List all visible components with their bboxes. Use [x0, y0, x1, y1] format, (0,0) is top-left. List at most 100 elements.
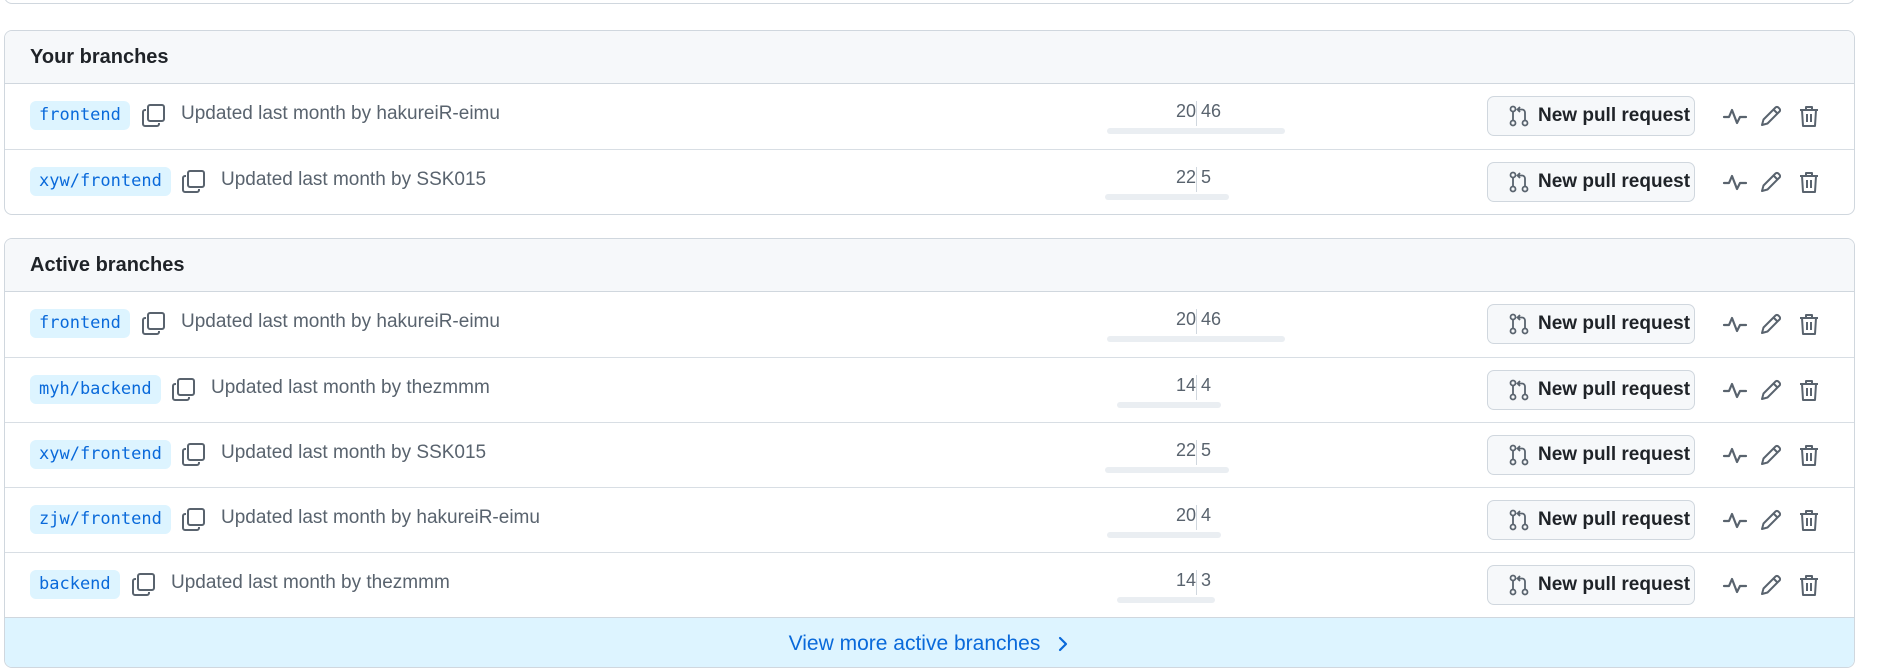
- active-branches-title: Active branches: [30, 253, 185, 276]
- previous-section-edge: [4, 0, 1855, 4]
- pencil-icon[interactable]: [1757, 168, 1785, 196]
- pulse-icon[interactable]: [1721, 441, 1749, 469]
- branch-name-link[interactable]: xyw/frontend: [30, 440, 171, 469]
- ahead-count: 4: [1201, 375, 1212, 395]
- new-pull-request-button[interactable]: New pull request: [1487, 565, 1695, 605]
- ahead-behind-bar: [1105, 194, 1229, 200]
- new-pull-request-label: New pull request: [1538, 171, 1691, 192]
- view-more-active-branches-link[interactable]: View more active branches: [5, 617, 1854, 667]
- new-pull-request-label: New pull request: [1538, 379, 1691, 400]
- pencil-icon[interactable]: [1757, 441, 1785, 469]
- trash-icon[interactable]: [1795, 506, 1823, 534]
- copy-icon[interactable]: [181, 167, 207, 195]
- view-more-label: View more active branches: [788, 631, 1041, 655]
- copy-icon[interactable]: [181, 440, 207, 468]
- trash-icon[interactable]: [1795, 376, 1823, 404]
- pulse-icon[interactable]: [1721, 506, 1749, 534]
- branch-updated-text: Updated last month by hakureiR-eimu: [221, 507, 540, 528]
- branch-name-link[interactable]: backend: [30, 570, 120, 599]
- branch-row: frontend Updated last month by hakureiR-…: [5, 84, 1854, 149]
- new-pull-request-label: New pull request: [1538, 313, 1691, 334]
- new-pull-request-label: New pull request: [1538, 574, 1691, 595]
- trash-icon[interactable]: [1795, 441, 1823, 469]
- behind-count: 20: [1175, 101, 1196, 121]
- ahead-count: 5: [1201, 440, 1212, 460]
- ahead-behind-divider: [1196, 505, 1197, 530]
- branch-row: myh/backend Updated last month by thezmm…: [5, 357, 1854, 422]
- behind-count: 22: [1175, 167, 1196, 187]
- copy-icon[interactable]: [131, 570, 157, 598]
- ahead-behind-indicator: 20 4: [1099, 505, 1299, 538]
- ahead-behind-divider: [1196, 101, 1197, 126]
- new-pull-request-button[interactable]: New pull request: [1487, 96, 1695, 136]
- new-pull-request-button[interactable]: New pull request: [1487, 162, 1695, 202]
- ahead-behind-indicator: 14 3: [1099, 570, 1299, 603]
- branch-row: frontend Updated last month by hakureiR-…: [5, 292, 1854, 357]
- trash-icon[interactable]: [1795, 168, 1823, 196]
- pencil-icon[interactable]: [1757, 376, 1785, 404]
- chevron-right-icon: [1059, 636, 1068, 651]
- branch-row: xyw/frontend Updated last month by SSK01…: [5, 149, 1854, 214]
- ahead-count: 5: [1201, 167, 1212, 187]
- branch-updated-text: Updated last month by thezmmm: [211, 377, 490, 398]
- ahead-count: 46: [1201, 101, 1222, 121]
- pulse-icon[interactable]: [1721, 168, 1749, 196]
- branch-row: xyw/frontend Updated last month by SSK01…: [5, 422, 1854, 487]
- behind-count: 14: [1175, 375, 1196, 395]
- branch-row: backend Updated last month by thezmmm 14…: [5, 552, 1854, 617]
- branch-name-link[interactable]: frontend: [30, 101, 130, 130]
- copy-icon[interactable]: [181, 505, 207, 533]
- ahead-behind-indicator: 14 4: [1099, 375, 1299, 408]
- branch-name-link[interactable]: zjw/frontend: [30, 505, 171, 534]
- git-pull-request-icon: [1509, 509, 1529, 531]
- behind-count: 20: [1175, 309, 1196, 329]
- ahead-behind-bar: [1117, 597, 1215, 603]
- new-pull-request-label: New pull request: [1538, 444, 1691, 465]
- new-pull-request-button[interactable]: New pull request: [1487, 304, 1695, 344]
- ahead-behind-bar: [1117, 402, 1221, 408]
- git-pull-request-icon: [1509, 171, 1529, 193]
- trash-icon[interactable]: [1795, 310, 1823, 338]
- copy-icon[interactable]: [171, 375, 197, 403]
- new-pull-request-button[interactable]: New pull request: [1487, 435, 1695, 475]
- ahead-count: 3: [1201, 570, 1212, 590]
- behind-count: 20: [1175, 505, 1196, 525]
- pulse-icon[interactable]: [1721, 310, 1749, 338]
- copy-icon[interactable]: [141, 101, 167, 129]
- pulse-icon[interactable]: [1721, 571, 1749, 599]
- pulse-icon[interactable]: [1721, 102, 1749, 130]
- git-pull-request-icon: [1509, 444, 1529, 466]
- branch-updated-text: Updated last month by hakureiR-eimu: [181, 103, 500, 124]
- ahead-behind-divider: [1196, 570, 1197, 595]
- branch-name-link[interactable]: frontend: [30, 309, 130, 338]
- ahead-behind-indicator: 20 46: [1099, 309, 1299, 342]
- pencil-icon[interactable]: [1757, 571, 1785, 599]
- ahead-behind-indicator: 22 5: [1099, 167, 1299, 200]
- pulse-icon[interactable]: [1721, 376, 1749, 404]
- new-pull-request-button[interactable]: New pull request: [1487, 500, 1695, 540]
- your-branches-header: Your branches: [5, 31, 1854, 84]
- trash-icon[interactable]: [1795, 102, 1823, 130]
- pencil-icon[interactable]: [1757, 310, 1785, 338]
- active-branches-box: Active branches frontend Updated last mo…: [4, 238, 1855, 668]
- branch-name-link[interactable]: myh/backend: [30, 375, 161, 404]
- ahead-behind-indicator: 22 5: [1099, 440, 1299, 473]
- ahead-behind-bar: [1107, 128, 1285, 134]
- ahead-behind-divider: [1196, 375, 1197, 400]
- branch-name-link[interactable]: xyw/frontend: [30, 167, 171, 196]
- copy-icon[interactable]: [141, 309, 167, 337]
- git-pull-request-icon: [1509, 379, 1529, 401]
- active-branches-header: Active branches: [5, 239, 1854, 292]
- ahead-behind-divider: [1196, 309, 1197, 334]
- branch-updated-text: Updated last month by thezmmm: [171, 572, 450, 593]
- trash-icon[interactable]: [1795, 571, 1823, 599]
- branch-updated-text: Updated last month by hakureiR-eimu: [181, 311, 500, 332]
- your-branches-title: Your branches: [30, 45, 169, 68]
- new-pull-request-label: New pull request: [1538, 105, 1691, 126]
- new-pull-request-button[interactable]: New pull request: [1487, 370, 1695, 410]
- branch-updated-text: Updated last month by SSK015: [221, 442, 487, 463]
- your-branches-box: Your branches frontend Updated last mont…: [4, 30, 1855, 215]
- ahead-count: 46: [1201, 309, 1222, 329]
- pencil-icon[interactable]: [1757, 506, 1785, 534]
- pencil-icon[interactable]: [1757, 102, 1785, 130]
